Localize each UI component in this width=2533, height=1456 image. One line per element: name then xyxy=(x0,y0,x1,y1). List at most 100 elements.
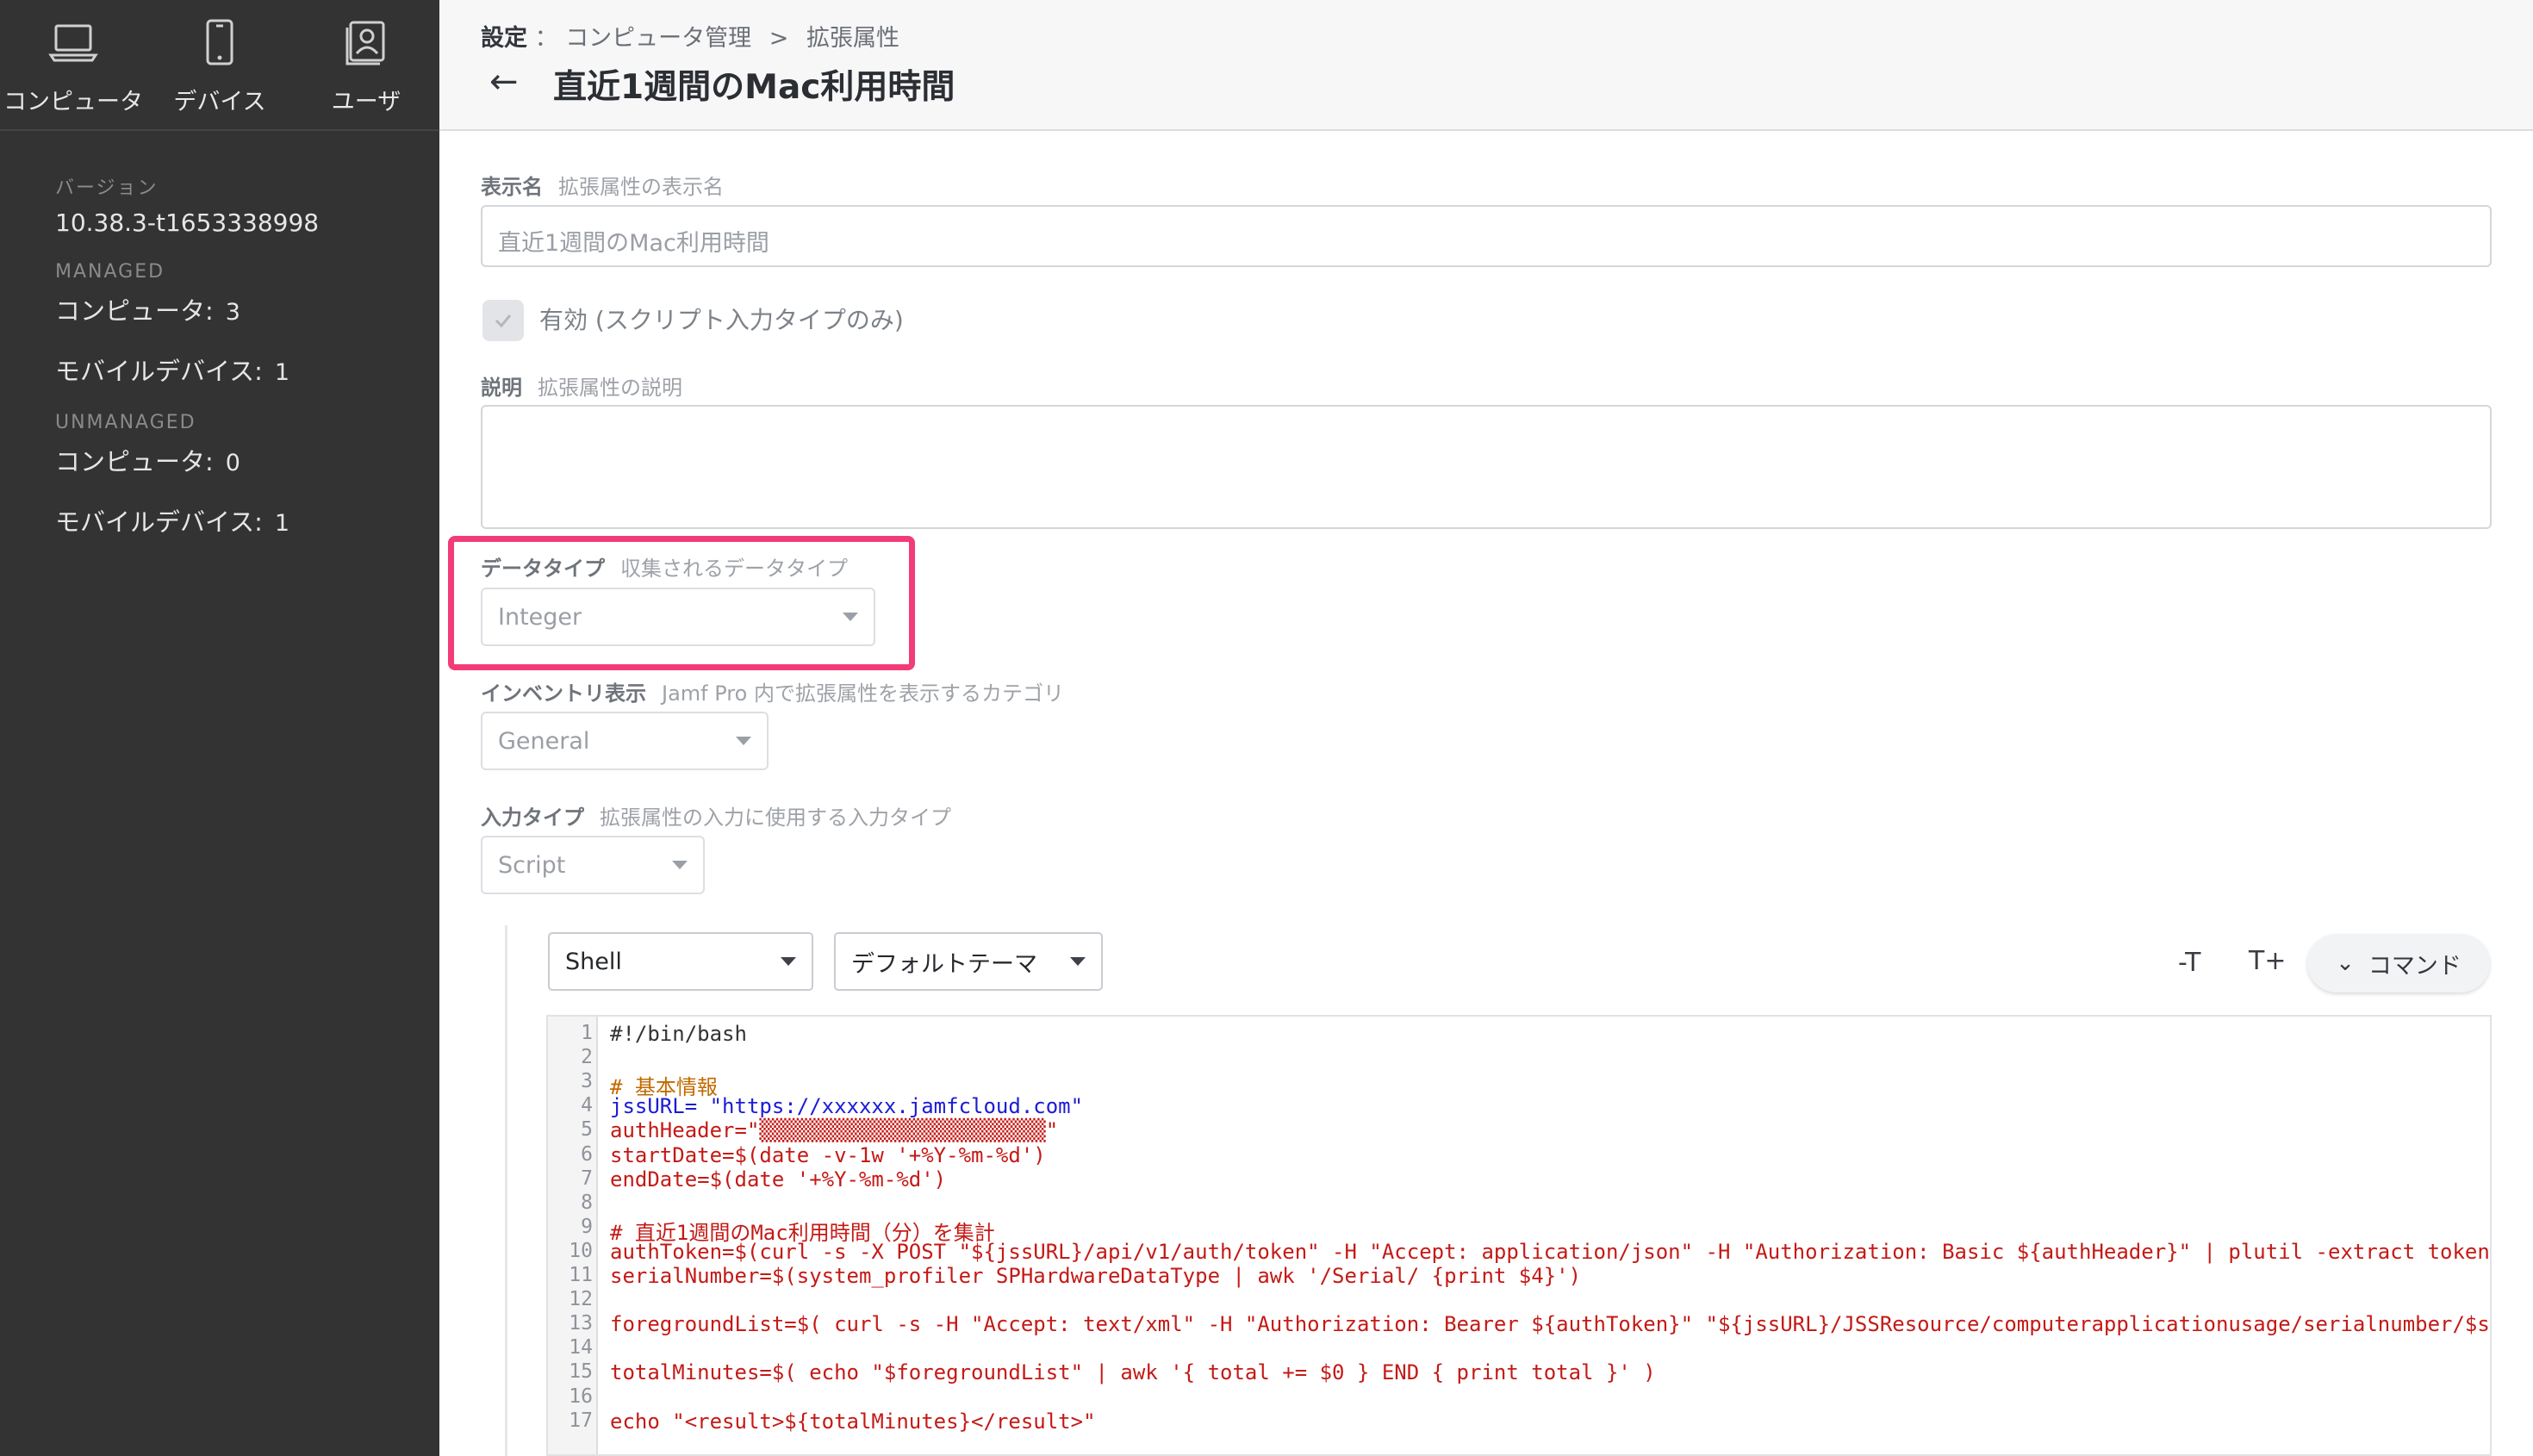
line-number: 14 xyxy=(569,1336,593,1360)
description-label-text: 説明 xyxy=(481,376,522,400)
inventory-select[interactable]: General xyxy=(481,712,769,770)
inventory-label-text: インベントリ表示 xyxy=(481,681,646,706)
nav-users-label: ユーザ xyxy=(331,89,401,115)
nav-computers[interactable]: コンピュータ xyxy=(0,0,146,129)
code-editor[interactable]: 1 2 3 4 5 6 7 8 9 10 11 12 13 14 15 16 17 #!/bin/bash # 基… xyxy=(546,1015,2492,1456)
highlight-box xyxy=(448,536,915,670)
version-value: 10.38.3-t1653338998 xyxy=(55,208,320,237)
breadcrumb-separator: ： xyxy=(534,25,558,52)
line-number: 1 xyxy=(581,1022,593,1044)
managed-computers: コンピュータ: 3 xyxy=(55,291,417,327)
line-number: 12 xyxy=(569,1288,593,1311)
line-number: 10 xyxy=(569,1239,593,1262)
code-line: serialNumber=$(system_profiler SPHardwar… xyxy=(610,1264,1582,1288)
breadcrumb: 設定 ： コンピュータ管理 > 拡張属性 xyxy=(481,19,899,53)
sidebar: コンピュータ デバイス ユーザ バージョン 10.38.3-t165333899… xyxy=(0,0,439,1456)
code-line: #!/bin/bash xyxy=(610,1022,747,1046)
nav-users[interactable]: ユーザ xyxy=(293,0,439,129)
unmanaged-computers: コンピュータ: 0 xyxy=(55,442,417,478)
unmanaged-label: UNMANAGED xyxy=(55,412,196,433)
managed-mobile-count: 1 xyxy=(274,359,290,386)
code-line: totalMinutes=$( echo "$foregroundList" |… xyxy=(610,1360,1656,1385)
input-type-label-text: 入力タイプ xyxy=(481,806,584,830)
line-number: 7 xyxy=(581,1167,593,1190)
line-number: 6 xyxy=(581,1142,593,1166)
server-info: バージョン 10.38.3-t1653338998 MANAGED コンピュータ… xyxy=(55,172,417,563)
increase-font-icon[interactable]: T+ xyxy=(2249,946,2286,976)
line-number: 9 xyxy=(581,1215,593,1238)
line-number: 16 xyxy=(569,1384,593,1408)
version-label: バージョン xyxy=(55,177,159,199)
managed-computers-count: 3 xyxy=(225,299,240,326)
display-name-label-text: 表示名 xyxy=(481,175,543,199)
command-button[interactable]: ⌄ コマンド xyxy=(2307,934,2490,992)
line-number: 15 xyxy=(569,1360,593,1384)
code-line: authHeader="▒▒▒▒▒▒▒▒▒▒▒▒▒▒▒▒▒▒▒▒▒▒▒" xyxy=(610,1118,1059,1143)
code-line: endDate=$(date '+%Y-%m-%d') xyxy=(610,1167,947,1192)
code-line: jssURL= "https://xxxxxx.jamfcloud.com" xyxy=(610,1094,1084,1119)
user-icon xyxy=(345,21,385,65)
description-label: 説明 拡張属性の説明 xyxy=(481,370,682,401)
line-number: 2 xyxy=(581,1046,593,1069)
unmanaged-computers-label: コンピュータ: xyxy=(55,447,214,476)
theme-value: デフォルトテーマ xyxy=(851,950,1037,978)
managed-computers-label: コンピュータ: xyxy=(55,296,214,326)
nav-computers-label: コンピュータ xyxy=(3,89,143,115)
line-number: 5 xyxy=(581,1118,593,1142)
line-number: 17 xyxy=(569,1409,593,1432)
breadcrumb-settings[interactable]: 設定 xyxy=(481,25,527,52)
laptop-icon xyxy=(48,24,98,62)
input-type-label: 入力タイプ 拡張属性の入力に使用する入力タイプ xyxy=(481,800,951,831)
display-name-hint: 拡張属性の表示名 xyxy=(558,175,724,199)
line-number: 8 xyxy=(581,1191,593,1214)
managed-mobile-label: モバイルデバイス: xyxy=(55,357,263,386)
inventory-label: インベントリ表示 Jamf Pro 内で拡張属性を表示するカテゴリ xyxy=(481,676,1064,706)
managed-label: MANAGED xyxy=(55,261,165,283)
mobile-device-icon xyxy=(206,19,233,65)
page-title: 直近1週間のMac利用時間 xyxy=(553,68,955,107)
language-select[interactable]: Shell xyxy=(548,932,813,991)
checkmark-icon xyxy=(495,314,512,328)
unmanaged-mobile-count: 1 xyxy=(274,510,290,537)
input-type-select[interactable]: Script xyxy=(481,836,705,894)
line-gutter: 1 2 3 4 5 6 7 8 9 10 11 12 13 14 15 16 17 xyxy=(548,1017,598,1454)
display-name-input[interactable]: 直近1週間のMac利用時間 xyxy=(481,205,2492,267)
chevron-down-icon xyxy=(1070,957,1086,966)
back-arrow-icon[interactable]: ← xyxy=(489,62,519,102)
breadcrumb-arrow: > xyxy=(769,25,789,52)
managed-mobile: モバイルデバイス: 1 xyxy=(55,352,417,388)
unmanaged-mobile-label: モバイルデバイス: xyxy=(55,507,263,537)
code-line: startDate=$(date -v-1w '+%Y-%m-%d') xyxy=(610,1142,1046,1167)
chevron-down-icon xyxy=(672,861,688,869)
input-type-hint: 拡張属性の入力に使用する入力タイプ xyxy=(600,806,951,830)
display-name-label: 表示名 拡張属性の表示名 xyxy=(481,170,724,200)
description-textarea[interactable] xyxy=(481,405,2492,529)
code-line: echo "<result>${totalMinutes}</result>" xyxy=(610,1409,1096,1434)
command-label: コマンド xyxy=(2368,952,2461,980)
line-number: 3 xyxy=(581,1070,593,1093)
enabled-checkbox[interactable] xyxy=(482,300,524,341)
inventory-value: General xyxy=(498,727,590,755)
code-line: authToken=$(curl -s -X POST "${jssURL}/a… xyxy=(610,1239,2492,1264)
language-value: Shell xyxy=(565,948,622,975)
nav-devices-label: デバイス xyxy=(173,89,266,115)
inventory-hint: Jamf Pro 内で拡張属性を表示するカテゴリ xyxy=(662,681,1064,706)
decrease-font-icon[interactable]: -T xyxy=(2178,948,2200,978)
breadcrumb-current: 拡張属性 xyxy=(806,25,899,52)
chevron-down-icon xyxy=(781,957,796,966)
breadcrumb-computer-management[interactable]: コンピュータ管理 xyxy=(565,25,751,52)
theme-select[interactable]: デフォルトテーマ xyxy=(834,932,1103,991)
sidebar-nav: コンピュータ デバイス ユーザ xyxy=(0,0,439,131)
enabled-label: 有効 (スクリプト入力タイプのみ) xyxy=(539,306,904,334)
nav-devices[interactable]: デバイス xyxy=(146,0,293,129)
line-number: 13 xyxy=(569,1312,593,1335)
chevron-down-icon: ⌄ xyxy=(2336,950,2355,976)
description-hint: 拡張属性の説明 xyxy=(538,376,682,400)
unmanaged-mobile: モバイルデバイス: 1 xyxy=(55,502,417,538)
unmanaged-computers-count: 0 xyxy=(225,450,240,476)
page-header: 設定 ： コンピュータ管理 > 拡張属性 ← 直近1週間のMac利用時間 xyxy=(439,0,2533,131)
line-number: 11 xyxy=(569,1264,593,1286)
chevron-down-icon xyxy=(736,737,751,745)
code-line: foregroundList=$( curl -s -H "Accept: te… xyxy=(610,1312,2492,1337)
input-type-value: Script xyxy=(498,851,566,879)
